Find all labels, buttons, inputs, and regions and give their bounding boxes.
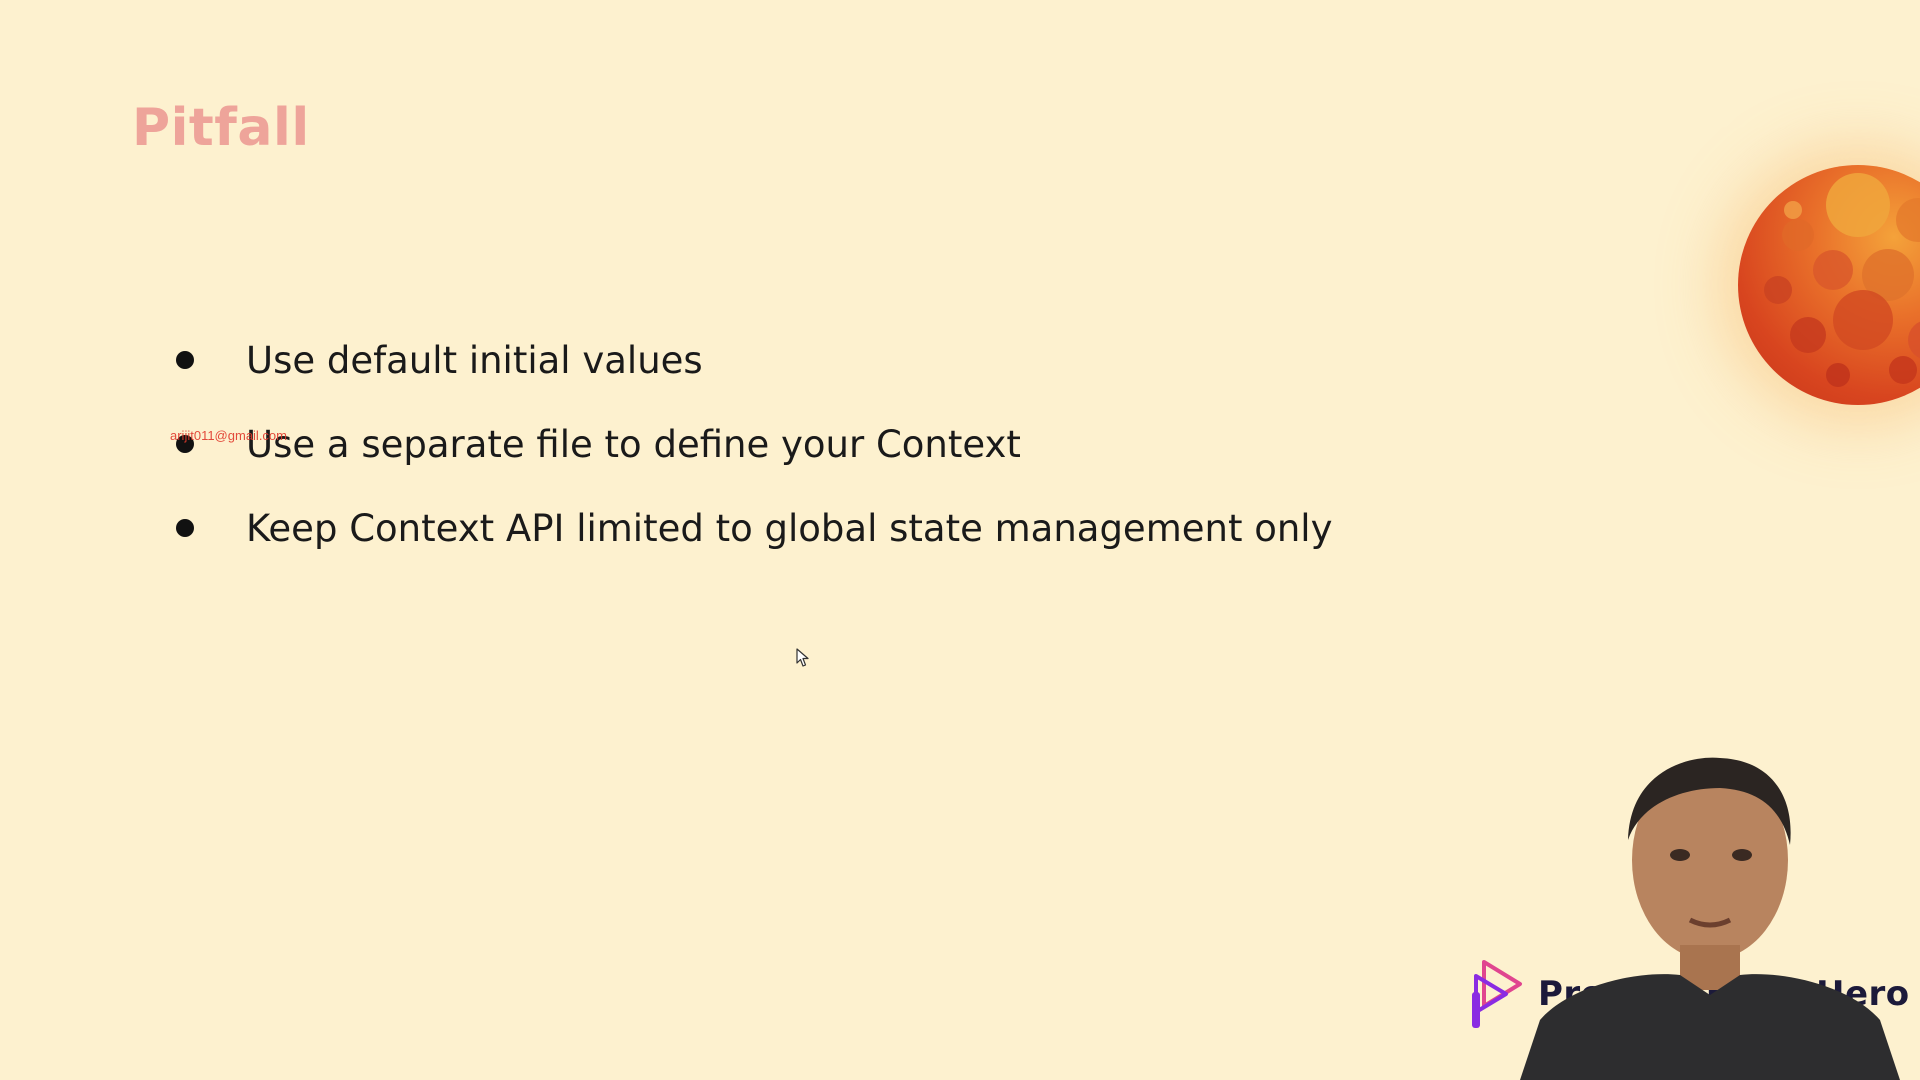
bullet-dot-icon [176,351,194,369]
bullet-dot-icon [176,519,194,537]
play-triangle-logo-icon [1472,960,1522,1028]
planet-craters [1764,173,1920,387]
bullet-text: Keep Context API limited to global state… [246,506,1333,550]
slide-title: Pitfall [132,98,310,158]
email-watermark: arijit011@gmail.com [170,428,287,443]
presentation-slide: Pitfall Use default initial values Use a… [0,0,1920,1080]
bullet-item: Use default initial values [176,318,1332,402]
mouse-cursor-icon [796,648,809,667]
presenter-video [1520,757,1900,1080]
bullet-text: Use default initial values [246,338,703,382]
bullet-item: Keep Context API limited to global state… [176,486,1332,570]
bullet-item: Use a separate file to define your Conte… [176,402,1332,486]
planet-icon [1738,165,1920,405]
bullet-text: Use a separate file to define your Conte… [246,422,1021,466]
bullet-list: Use default initial values Use a separat… [176,318,1332,570]
